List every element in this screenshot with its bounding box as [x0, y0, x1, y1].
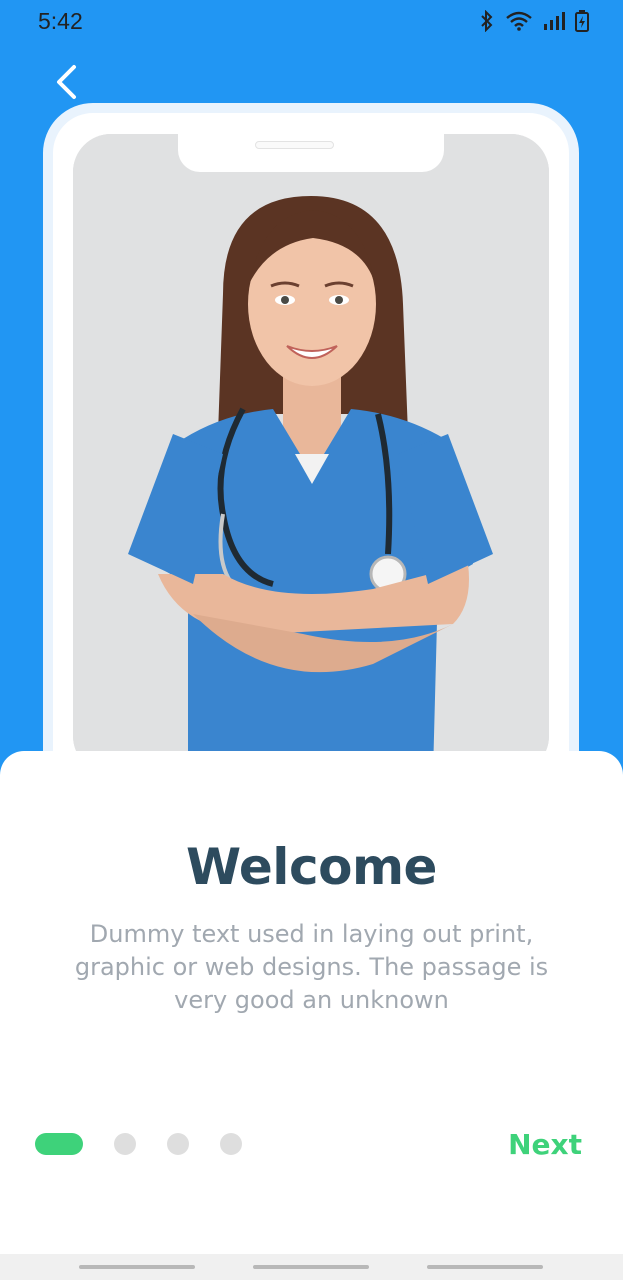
- signal-icon: [544, 12, 565, 30]
- onboarding-title: Welcome: [186, 838, 437, 896]
- battery-icon: [575, 10, 589, 32]
- nav-recent-handle[interactable]: [79, 1265, 195, 1269]
- status-bar: 5:42: [0, 0, 623, 44]
- onboarding-description: Dummy text used in laying out print, gra…: [74, 920, 549, 1014]
- page-dot-1[interactable]: [35, 1133, 83, 1155]
- page-indicator: [35, 1133, 273, 1155]
- wifi-icon: [506, 11, 532, 31]
- status-time: 5:42: [38, 8, 83, 34]
- phone-mockup-screen: [73, 134, 549, 774]
- phone-notch: [178, 130, 444, 172]
- phone-speaker: [255, 141, 334, 149]
- next-button[interactable]: Next: [508, 1128, 582, 1161]
- page-dot-2[interactable]: [114, 1133, 136, 1155]
- nav-back-handle[interactable]: [427, 1265, 543, 1269]
- chevron-left-icon: [57, 65, 76, 99]
- status-icons: [479, 10, 589, 32]
- bluetooth-icon: [481, 10, 493, 32]
- doctor-photo: [73, 134, 549, 774]
- back-button[interactable]: [50, 62, 84, 102]
- page-dot-4[interactable]: [220, 1133, 242, 1155]
- system-nav-bar: [0, 1254, 623, 1280]
- page-dot-3[interactable]: [167, 1133, 189, 1155]
- nav-home-handle[interactable]: [253, 1265, 369, 1269]
